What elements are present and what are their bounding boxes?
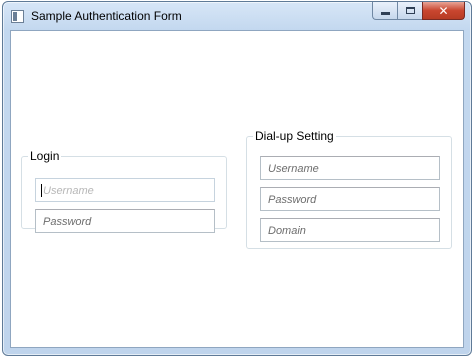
dialup-username-input[interactable] (261, 158, 439, 180)
login-username-input[interactable] (36, 180, 214, 202)
maximize-button[interactable] (397, 2, 422, 20)
login-password-field[interactable] (35, 209, 215, 233)
text-caret (41, 184, 42, 197)
login-group-legend: Login (30, 149, 60, 163)
dialup-group-legend: Dial-up Setting (255, 129, 334, 143)
app-window: Sample Authentication Form ✕ Login Usern… (2, 1, 472, 356)
dialup-username-field[interactable] (260, 156, 440, 180)
close-button[interactable]: ✕ (422, 2, 465, 20)
dialup-domain-field[interactable] (260, 218, 440, 242)
dialup-password-input[interactable] (261, 189, 439, 211)
title-bar[interactable]: Sample Authentication Form ✕ (3, 2, 471, 30)
maximize-icon (405, 7, 415, 14)
dialup-group: Dial-up Setting (246, 129, 452, 249)
login-username-field[interactable] (35, 178, 215, 202)
login-group: Login (21, 149, 227, 233)
minimize-button[interactable] (372, 2, 397, 20)
app-icon[interactable] (11, 10, 24, 23)
dialup-domain-input[interactable] (261, 220, 439, 242)
dialup-password-field[interactable] (260, 187, 440, 211)
login-password-input[interactable] (36, 211, 214, 233)
minimize-icon (380, 12, 390, 15)
close-icon: ✕ (438, 3, 449, 18)
caption-buttons: ✕ (372, 2, 465, 21)
client-area: Login Dial-up Setting (10, 30, 464, 348)
window-title: Sample Authentication Form (31, 9, 182, 23)
